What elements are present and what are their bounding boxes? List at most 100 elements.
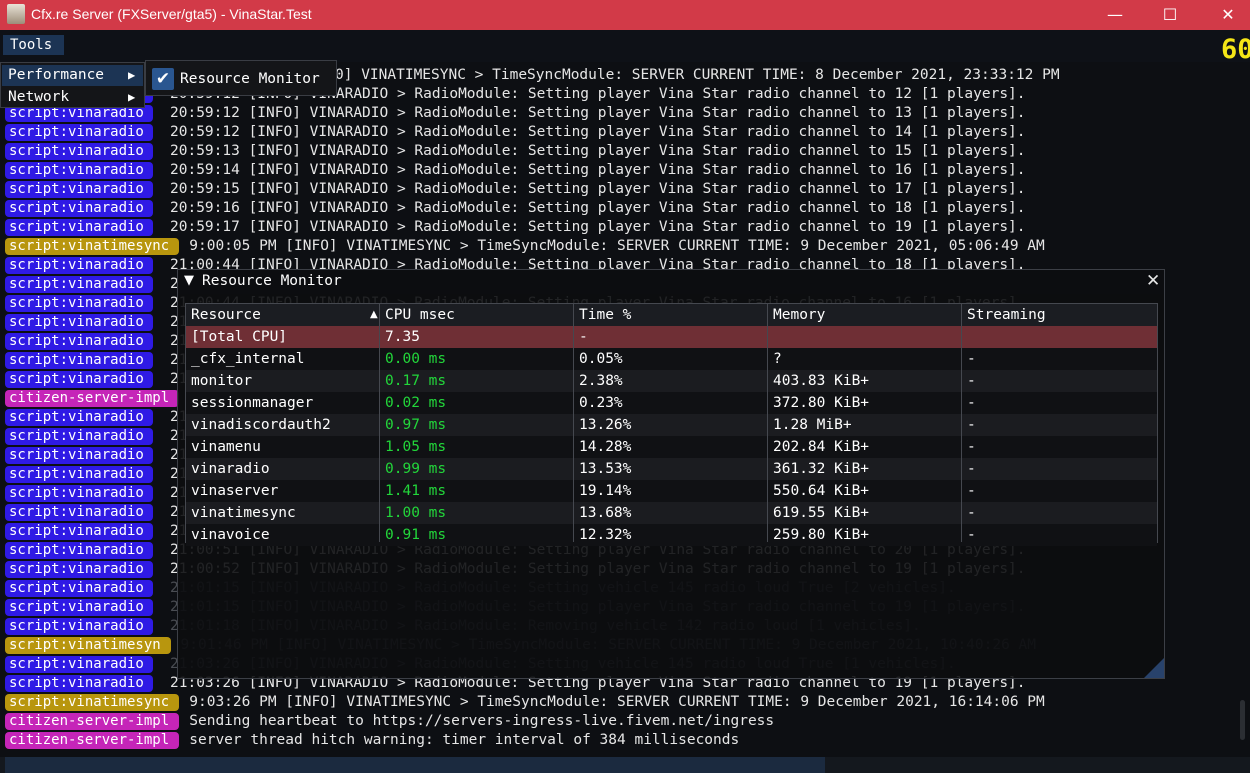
cell-resource: [Total CPU] xyxy=(191,329,288,345)
window-title: Cfx.re Server (FXServer/gta5) - VinaStar… xyxy=(31,6,312,22)
app-icon xyxy=(7,4,25,24)
console-scrollbar[interactable] xyxy=(1240,700,1245,740)
console-source-tag: script:vinaradio xyxy=(5,219,153,236)
table-row[interactable]: vinaserver 1.41 ms 19.14% 550.64 KiB+ - xyxy=(186,480,1157,502)
console-source-tag: script:vinaradio xyxy=(5,599,153,616)
console-source-tag: script:vinaradio xyxy=(5,409,153,426)
sort-ascending-icon: ▲ xyxy=(370,309,378,320)
console-source-tag: script:vinatimesync xyxy=(5,694,180,711)
menu-item-performance[interactable]: Performance ▶ xyxy=(2,65,143,86)
column-divider[interactable] xyxy=(767,304,768,542)
console-source-tag: script:vinaradio xyxy=(5,200,153,217)
cell-cpu-msec: 0.17 ms xyxy=(385,373,447,389)
minimize-button[interactable]: — xyxy=(1092,0,1138,30)
resource-monitor-title-bar[interactable]: ▼ Resource Monitor ✕ xyxy=(178,270,1164,294)
column-header-time-percent[interactable]: Time % xyxy=(574,304,768,326)
console-source-tag: script:vinaradio xyxy=(5,542,153,559)
cell-cpu-msec: 0.02 ms xyxy=(385,395,447,411)
close-button[interactable]: ✕ xyxy=(1205,0,1250,30)
table-row[interactable]: vinadiscordauth2 0.97 ms 13.26% 1.28 MiB+ - xyxy=(186,414,1157,436)
column-header-label: Resource xyxy=(191,307,261,323)
console-source-tag: script:vinaradio xyxy=(5,523,153,540)
cell-resource: monitor xyxy=(191,373,253,389)
cell-memory: 259.80 KiB+ xyxy=(773,527,870,543)
cell-memory: 1.28 MiB+ xyxy=(773,417,852,433)
console-message: 20:59:13 [INFO] VINARADIO > RadioModule:… xyxy=(170,143,1026,159)
table-row-total-cpu[interactable]: [Total CPU] 7.35 - xyxy=(186,326,1157,348)
resource-monitor-close-icon[interactable]: ✕ xyxy=(1146,271,1160,291)
console-source-tag: script:vinaradio xyxy=(5,371,153,388)
cell-cpu-msec: 1.41 ms xyxy=(385,483,447,499)
table-row[interactable]: vinaradio 0.99 ms 13.53% 361.32 KiB+ - xyxy=(186,458,1157,480)
cell-cpu-msec: 0.99 ms xyxy=(385,461,447,477)
submenu-arrow-icon: ▶ xyxy=(128,90,136,104)
table-row[interactable]: vinavoice 0.91 ms 12.32% 259.80 KiB+ - xyxy=(186,524,1157,546)
cell-cpu-msec: 0.00 ms xyxy=(385,351,447,367)
console-source-tag: script:vinaradio xyxy=(5,504,153,521)
tools-menu-button[interactable]: Tools xyxy=(3,35,64,55)
console-source-tag: script:vinaradio xyxy=(5,447,153,464)
console-source-tag: script:vinaradio xyxy=(5,295,153,312)
cell-time-percent: - xyxy=(579,329,588,345)
table-row[interactable]: vinamenu 1.05 ms 14.28% 202.84 KiB+ - xyxy=(186,436,1157,458)
cell-memory: 403.83 KiB+ xyxy=(773,373,870,389)
column-header-streaming[interactable]: Streaming xyxy=(962,304,1157,326)
cell-resource: vinaradio xyxy=(191,461,270,477)
cell-cpu-msec: 1.00 ms xyxy=(385,505,447,521)
collapse-triangle-icon[interactable]: ▼ xyxy=(184,273,194,288)
performance-submenu: ✔ Resource Monitor xyxy=(145,60,337,96)
column-divider[interactable] xyxy=(961,304,962,542)
command-input[interactable] xyxy=(5,757,825,773)
console-message: 9:00:05 PM [INFO] VINATIMESYNC > TimeSyn… xyxy=(189,238,1045,254)
cell-memory: ? xyxy=(773,351,782,367)
cell-cpu-msec: 1.05 ms xyxy=(385,439,447,455)
table-row[interactable]: monitor 0.17 ms 2.38% 403.83 KiB+ - xyxy=(186,370,1157,392)
cell-resource: vinavoice xyxy=(191,527,270,543)
resource-table-header: Resource ▲ CPU msec Time % Memory Stream… xyxy=(186,304,1157,326)
console-source-tag: script:vinaradio xyxy=(5,276,153,293)
column-header-resource[interactable]: Resource ▲ xyxy=(186,304,380,326)
cell-time-percent: 0.23% xyxy=(579,395,623,411)
menu-item-network[interactable]: Network ▶ xyxy=(2,87,143,108)
column-header-cpu-msec[interactable]: CPU msec xyxy=(380,304,574,326)
cell-streaming: - xyxy=(967,505,976,521)
menu-item-label: Network xyxy=(8,89,70,105)
cell-resource: vinatimesync xyxy=(191,505,296,521)
console-message: 20:59:12 [INFO] VINARADIO > RadioModule:… xyxy=(170,105,1026,121)
cell-resource: vinamenu xyxy=(191,439,261,455)
cell-streaming: - xyxy=(967,439,976,455)
resource-monitor-window: ▼ Resource Monitor ✕ Resource ▲ CPU msec… xyxy=(177,269,1165,679)
console-source-tag: citizen-server-impl xyxy=(5,732,180,749)
resize-grip[interactable] xyxy=(1144,658,1164,678)
console-source-tag: script:vinaradio xyxy=(5,162,153,179)
cell-streaming: - xyxy=(967,351,976,367)
table-row[interactable]: sessionmanager 0.02 ms 0.23% 372.80 KiB+ - xyxy=(186,392,1157,414)
column-header-memory[interactable]: Memory xyxy=(768,304,962,326)
column-divider[interactable] xyxy=(573,304,574,542)
console-message: Sending heartbeat to https://servers-ing… xyxy=(189,713,775,729)
cell-memory: 202.84 KiB+ xyxy=(773,439,870,455)
cell-time-percent: 2.38% xyxy=(579,373,623,389)
column-divider[interactable] xyxy=(379,304,380,542)
cell-streaming: - xyxy=(967,373,976,389)
cell-memory xyxy=(768,326,962,348)
console-source-tag: script:vinaradio xyxy=(5,352,153,369)
console-source-tag: script:vinaradio xyxy=(5,314,153,331)
cell-cpu-msec: 0.91 ms xyxy=(385,527,447,543)
cell-time-percent: 19.14% xyxy=(579,483,632,499)
cell-time-percent: 13.26% xyxy=(579,417,632,433)
resource-monitor-title: Resource Monitor xyxy=(202,273,342,289)
console-message: 20:59:15 [INFO] VINARADIO > RadioModule:… xyxy=(170,181,1026,197)
console-message: server thread hitch warning: timer inter… xyxy=(189,732,740,748)
table-row[interactable]: vinatimesync 1.00 ms 13.68% 619.55 KiB+ - xyxy=(186,502,1157,524)
cell-cpu-msec: 0.97 ms xyxy=(385,417,447,433)
table-row[interactable]: _cfx_internal 0.00 ms 0.05%? - xyxy=(186,348,1157,370)
console-message: 20:59:17 [INFO] VINARADIO > RadioModule:… xyxy=(170,219,1026,235)
cell-resource: sessionmanager xyxy=(191,395,314,411)
console-message: 20:59:14 [INFO] VINARADIO > RadioModule:… xyxy=(170,162,1026,178)
console-message: 0] VINATIMESYNC > TimeSyncModule: SERVER… xyxy=(335,67,1060,83)
cell-memory: 361.32 KiB+ xyxy=(773,461,870,477)
checkmark-icon[interactable]: ✔ xyxy=(152,68,174,90)
cell-streaming: - xyxy=(967,395,976,411)
maximize-button[interactable]: ☐ xyxy=(1147,0,1193,30)
